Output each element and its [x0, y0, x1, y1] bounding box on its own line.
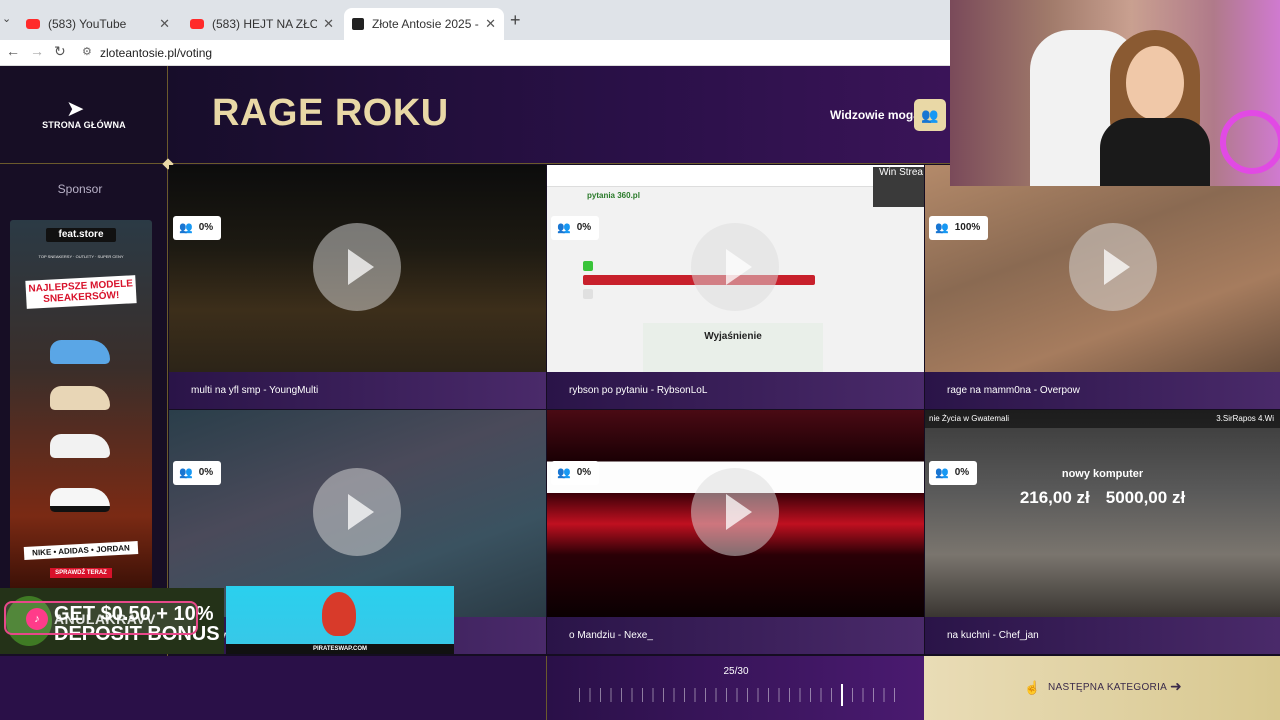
embedded-page-header: [547, 165, 924, 187]
streamer-webcam: [950, 0, 1280, 186]
next-category-label: NASTĘPNA KATEGORIA: [1048, 682, 1168, 693]
video-caption: multi na yfl smp - YoungMulti: [169, 372, 546, 409]
stream-ticker: nie Życia w Gwatemali 3.SirRapos 4.Wi: [925, 410, 1280, 428]
ad-cta: SPRAWDŹ TERAZ: [50, 568, 112, 578]
embedded-logo: pytania 360.pl: [587, 191, 640, 200]
category-header: RAGE ROKU Widzowie mogą 👥: [162, 66, 950, 170]
mascot-image: [322, 592, 356, 636]
sneaker-image: [50, 488, 110, 512]
video-caption: rage na mamm0na - Overpow: [925, 372, 1280, 409]
users-icon: 👥: [935, 467, 949, 479]
users-icon: 👥: [557, 222, 571, 234]
video-card[interactable]: nie Życia w Gwatemali 3.SirRapos 4.Wi now…: [925, 410, 1280, 654]
close-tab-icon[interactable]: ✕: [323, 16, 334, 32]
youtube-icon: [26, 19, 40, 29]
ad-tagline: TOP SNEAKERSY · OUTLETY · SUPER CENY: [38, 254, 124, 259]
streamer-watermark: ♪ ANULAKRAVV: [4, 601, 198, 635]
play-icon[interactable]: [313, 468, 401, 556]
sneaker-image: [50, 434, 110, 458]
close-tab-icon[interactable]: ✕: [159, 16, 170, 32]
video-caption: na kuchni - Chef_jan: [925, 617, 1280, 654]
site-icon: [352, 18, 364, 30]
ad-headline: NAJLEPSZE MODELE SNEAKERSÓW!: [25, 275, 137, 309]
tab-zlote-antosie[interactable]: Złote Antosie 2025 - Największ ✕: [344, 8, 504, 40]
video-card[interactable]: 👥 0% o Mandziu - Nexe_: [547, 410, 924, 654]
sponsor-ad-banner[interactable]: feat.store TOP SNEAKERSY · OUTLETY · SUP…: [10, 220, 152, 590]
video-caption: o Mandziu - Nexe_: [547, 617, 924, 654]
close-tab-icon[interactable]: ✕: [485, 16, 496, 32]
video-card[interactable]: 👥 100% rage na mamm0na - Overpow: [925, 165, 1280, 409]
users-icon: 👥: [179, 222, 193, 234]
category-pager: 25/30: [546, 656, 924, 720]
left-column: ➤ STRONA GŁÓWNA Sponsor feat.store TOP S…: [0, 66, 168, 656]
tab-hejt[interactable]: (583) HEJT NA ZŁOTE ANTOSIE ✕: [182, 8, 342, 40]
ad-brands: NIKE • ADIDAS • JORDAN: [23, 541, 139, 560]
embedded-explanation: Wyjaśnienie: [643, 323, 823, 372]
viewers-label: Widzowie mogą: [830, 108, 920, 122]
forward-icon[interactable]: →: [30, 43, 44, 59]
answer-option: [583, 289, 593, 299]
pager-current-marker: [840, 684, 843, 706]
vote-badge: 👥 0%: [551, 461, 600, 485]
answer-option: [583, 261, 593, 271]
users-icon: 👥: [179, 467, 193, 479]
play-icon[interactable]: [691, 468, 779, 556]
vote-badge: 👥 0%: [173, 216, 222, 240]
back-icon[interactable]: ←: [6, 43, 20, 59]
vote-badge: 👥 0%: [551, 216, 600, 240]
cursor-hand-icon: ☝: [1024, 680, 1041, 695]
tab-youtube[interactable]: (583) YouTube ✕: [18, 8, 178, 40]
video-thumbnail[interactable]: nie Życia w Gwatemali 3.SirRapos 4.Wi now…: [925, 410, 1280, 617]
category-title: RAGE ROKU: [212, 92, 449, 134]
address-bar: ← → ↻ ⚙ zloteantosie.pl/voting: [0, 40, 950, 66]
play-icon[interactable]: [1069, 223, 1157, 311]
users-icon: 👥: [557, 467, 571, 479]
pager-count: 25/30: [723, 666, 749, 677]
streamer-face: [1126, 46, 1184, 120]
streamer-body: [1100, 118, 1210, 186]
reload-icon[interactable]: ↻: [54, 43, 66, 60]
play-icon[interactable]: [691, 223, 779, 311]
sneaker-image: [50, 340, 110, 364]
bottom-bar-left: [0, 656, 546, 720]
youtube-icon: [190, 19, 204, 29]
video-caption: rybson po pytaniu - RybsonLoL: [547, 372, 924, 409]
vote-badge: 👥 0%: [929, 461, 978, 485]
next-category-button[interactable]: ☝ NASTĘPNA KATEGORIA ➜: [924, 656, 1280, 720]
tab-list-chevron-icon[interactable]: ⌄: [2, 12, 14, 28]
play-icon[interactable]: [313, 223, 401, 311]
new-tab-icon[interactable]: +: [510, 10, 521, 31]
sponsor-label: Sponsor: [57, 182, 103, 196]
browser-tab-bar: ⌄ (583) YouTube ✕ (583) HEJT NA ZŁOTE AN…: [0, 0, 950, 40]
ring-light: [1220, 110, 1280, 174]
screen: ⌄ (583) YouTube ✕ (583) HEJT NA ZŁOTE AN…: [0, 0, 1280, 720]
arrow-right-icon: ➜: [1170, 678, 1182, 694]
pirateswap-ad[interactable]: PIRATESWAP.COM: [226, 586, 454, 654]
pager-ticks[interactable]: [579, 688, 895, 702]
pirateswap-name: PIRATESWAP.COM: [312, 646, 368, 652]
users-icon: 👥: [935, 222, 949, 234]
video-card[interactable]: 👥 0% multi na yfl smp - YoungMulti: [169, 165, 546, 409]
sneaker-image: [50, 386, 110, 410]
url-field[interactable]: zloteantosie.pl/voting: [100, 46, 212, 60]
video-card[interactable]: pytania 360.pl Win Strea Wyjaśnienie 👥 0%…: [547, 165, 924, 409]
home-button[interactable]: ➤ STRONA GŁÓWNA: [0, 66, 168, 164]
users-icon[interactable]: 👥: [914, 99, 946, 131]
watermark-text: ANULAKRAVV: [54, 611, 156, 627]
site-info-icon[interactable]: ⚙: [82, 45, 92, 58]
donation-goal-overlay: nowy komputer 216,00 zł 5000,00 zł: [1019, 468, 1186, 507]
tiktok-icon: ♪: [26, 608, 48, 630]
arrow-left-icon: ➤: [66, 96, 85, 121]
vote-badge: 👥 100%: [929, 216, 989, 240]
home-label: STRONA GŁÓWNA: [42, 120, 126, 130]
vote-badge: 👥 0%: [173, 461, 222, 485]
embedded-webcam: Win Strea: [873, 167, 924, 207]
ad-brand: feat.store: [46, 228, 116, 242]
